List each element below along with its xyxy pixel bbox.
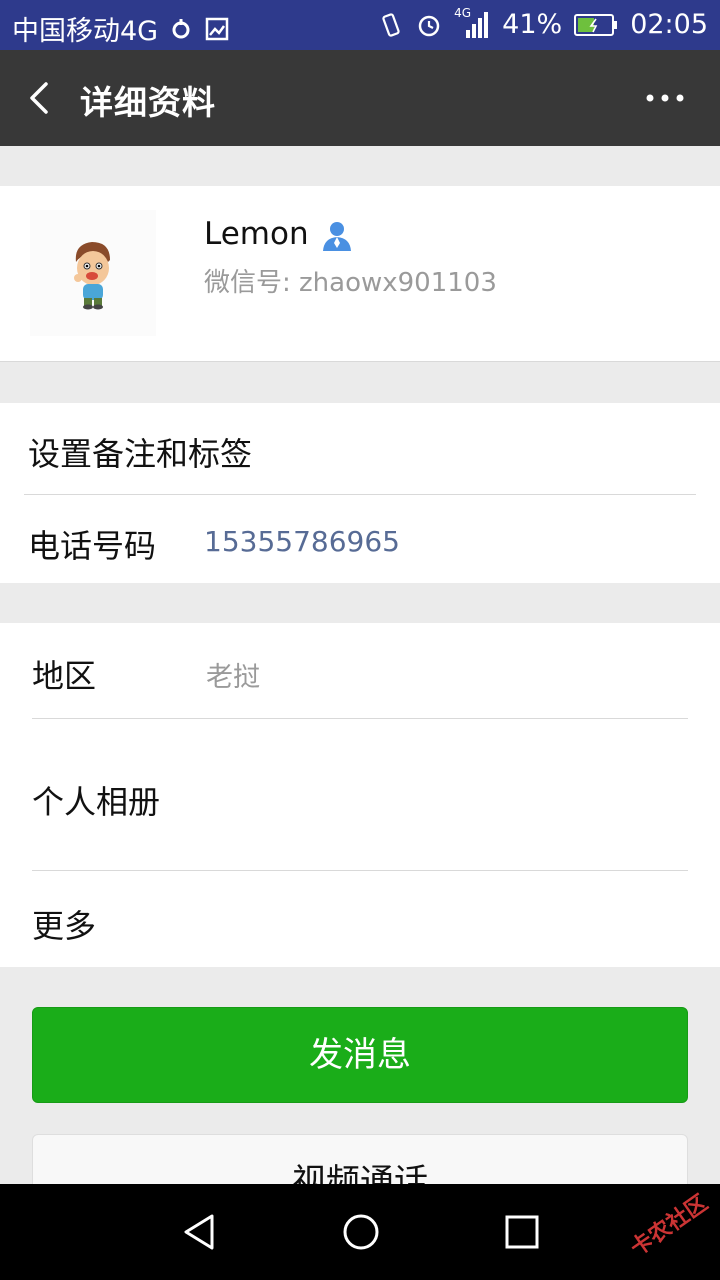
battery-percent: 41% (502, 9, 563, 40)
more-dots-icon (646, 94, 684, 102)
carrier-label: 中国移动4G (12, 16, 159, 47)
album-row[interactable]: 个人相册 (0, 719, 720, 871)
status-bar: 中国移动4G 4G 41% 02:05 (0, 0, 720, 50)
phone-number-link[interactable]: 15355786965 (204, 525, 400, 558)
page-title: 详细资料 (80, 83, 216, 122)
phone-row: 电话号码 15355786965 (0, 495, 720, 583)
remark-label: 设置备注和标签 (28, 435, 253, 473)
back-button[interactable] (22, 76, 62, 120)
info-group-1: 设置备注和标签 电话号码 15355786965 (0, 403, 720, 583)
wechat-id: 微信号: zhaowx901103 (204, 268, 497, 298)
triangle-back-icon (184, 1214, 214, 1250)
avatar[interactable] (30, 210, 156, 336)
image-icon (205, 17, 229, 40)
nav-back-button[interactable] (180, 1212, 220, 1252)
region-row: 地区 老挝 (0, 623, 720, 719)
more-label: 更多 (32, 907, 97, 945)
phone-label: 电话号码 (28, 527, 157, 565)
signal-indicator: 4G (454, 6, 490, 40)
more-row[interactable]: 更多 (0, 871, 720, 967)
more-button[interactable] (640, 86, 690, 110)
profile-card[interactable]: Lemon 微信号: zhaowx901103 (0, 186, 720, 362)
region-label: 地区 (32, 657, 97, 695)
nav-recent-button[interactable] (502, 1212, 542, 1252)
remark-row[interactable]: 设置备注和标签 (0, 403, 720, 495)
alarm-icon (418, 15, 440, 36)
battery-icon (574, 13, 618, 36)
region-value: 老挝 (206, 662, 260, 693)
square-recent-icon (505, 1215, 539, 1249)
vibrate-icon (382, 12, 400, 37)
navigation-bar (0, 1184, 720, 1280)
album-label: 个人相册 (32, 783, 161, 821)
clock: 02:05 (630, 9, 708, 40)
sync-icon (172, 18, 190, 38)
contact-person-icon (323, 222, 351, 251)
info-group-2: 地区 老挝 个人相册 更多 (0, 623, 720, 967)
chevron-left-icon (30, 82, 48, 114)
circle-home-icon (343, 1214, 379, 1250)
title-bar: 详细资料 (0, 50, 720, 146)
send-message-button[interactable]: 发消息 (32, 1007, 688, 1103)
nav-home-button[interactable] (341, 1212, 381, 1252)
signal-icon (466, 11, 489, 38)
profile-name: Lemon (204, 216, 309, 252)
